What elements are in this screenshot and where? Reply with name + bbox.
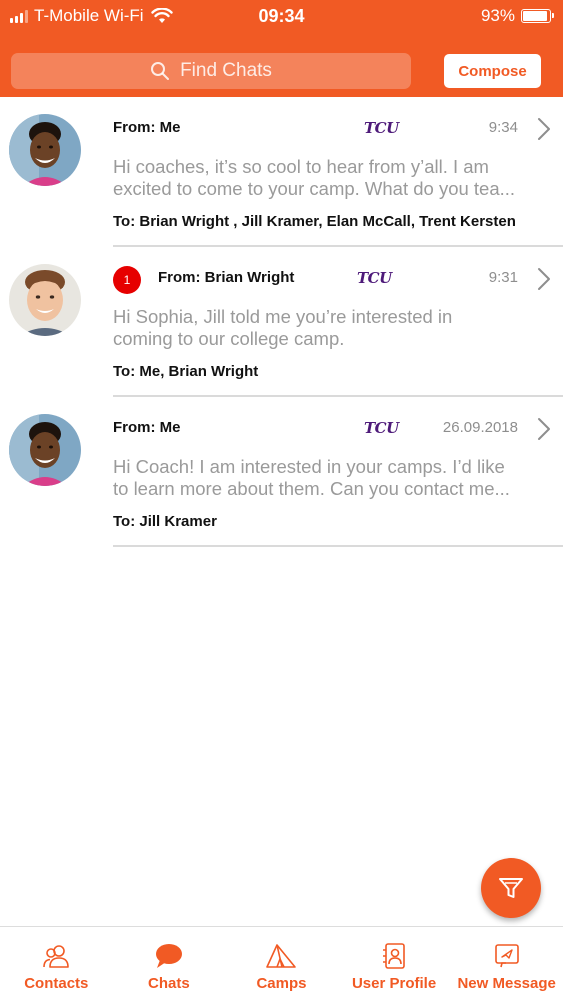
contacts-icon xyxy=(43,945,70,968)
message-preview: Hi coaches, it’s so cool to hear from y’… xyxy=(113,156,516,199)
search-icon xyxy=(151,62,170,80)
from-label: From: Me xyxy=(113,119,181,136)
from-label: From: Brian Wright xyxy=(158,269,295,286)
tab-user-profile[interactable]: User Profile xyxy=(338,927,451,1000)
battery-icon xyxy=(521,9,554,23)
chat-header: 1 From: Brian Wright TCU 9:31 xyxy=(113,266,563,294)
chat-item[interactable]: 1 From: Brian Wright TCU 9:31 Hi Sophia,… xyxy=(0,247,563,397)
tab-label: Camps xyxy=(256,975,307,992)
to-label: To: Jill Kramer xyxy=(113,513,217,530)
tab-chats[interactable]: Chats xyxy=(113,927,226,1000)
tent-icon xyxy=(266,944,297,968)
new-message-icon xyxy=(494,944,519,968)
status-time: 09:34 xyxy=(258,6,305,26)
chat-header: From: Me TCU 26.09.2018 xyxy=(113,419,563,437)
man-avatar xyxy=(9,264,81,336)
divider xyxy=(113,545,563,547)
chat-time: 26.09.2018 xyxy=(442,419,518,436)
unread-badge: 1 xyxy=(113,266,141,294)
tab-camps[interactable]: Camps xyxy=(225,927,338,1000)
to-label: To: Me, Brian Wright xyxy=(113,363,259,380)
message-preview: Hi Sophia, Jill told me you’re intereste… xyxy=(113,306,453,349)
message-preview: Hi Coach! I am interested in your camps.… xyxy=(113,456,510,499)
from-label: From: Me xyxy=(113,419,181,436)
app-header: T-Mobile Wi-Fi 09:34 93% Find Chats Comp… xyxy=(0,0,563,97)
tab-label: User Profile xyxy=(351,975,437,992)
chevron-right-icon[interactable] xyxy=(537,417,551,441)
chat-time: 9:31 xyxy=(488,269,518,286)
chat-list: From: Me TCU 9:34 Hi coaches, it’s so co… xyxy=(0,97,563,547)
girl-avatar xyxy=(9,414,81,486)
tcu-logo: TCU xyxy=(357,269,392,287)
tab-new-message[interactable]: New Message xyxy=(450,927,563,1000)
status-right: 93% xyxy=(480,6,554,26)
chat-bubble-icon xyxy=(155,944,182,968)
chat-time: 9:34 xyxy=(488,119,518,136)
search-input[interactable]: Find Chats xyxy=(11,53,411,89)
to-label: To: Brian Wright , Jill Kramer, Elan McC… xyxy=(113,213,516,230)
user-profile-icon xyxy=(383,943,405,969)
chat-header: From: Me TCU 9:34 xyxy=(113,119,563,137)
tab-label: New Message xyxy=(457,975,556,992)
filter-icon xyxy=(499,878,523,898)
tcu-logo: TCU xyxy=(364,119,399,137)
search-placeholder: Find Chats xyxy=(180,60,272,81)
chat-item[interactable]: From: Me TCU 9:34 Hi coaches, it’s so co… xyxy=(0,97,563,247)
tab-label: Chats xyxy=(148,975,190,992)
tab-bar: Contacts Chats Camps User Profile New Me… xyxy=(0,926,563,1000)
tab-contacts[interactable]: Contacts xyxy=(0,927,113,1000)
battery-percent: 93% xyxy=(480,6,515,25)
compose-button[interactable]: Compose xyxy=(444,54,541,88)
tcu-logo: TCU xyxy=(364,419,399,437)
filter-button[interactable] xyxy=(481,858,541,918)
girl-avatar xyxy=(9,114,81,186)
status-bar: T-Mobile Wi-Fi 09:34 93% xyxy=(0,0,563,32)
tab-label: Contacts xyxy=(24,975,89,992)
chevron-right-icon[interactable] xyxy=(537,267,551,291)
chat-item[interactable]: From: Me TCU 26.09.2018 Hi Coach! I am i… xyxy=(0,397,563,547)
chevron-right-icon[interactable] xyxy=(537,117,551,141)
